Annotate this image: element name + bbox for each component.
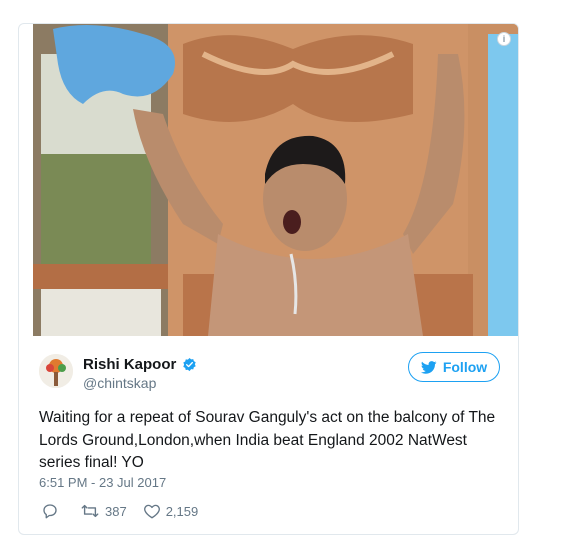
like-button[interactable]: 2,159: [143, 502, 199, 520]
reply-button[interactable]: [41, 502, 64, 520]
info-icon[interactable]: i: [497, 32, 511, 46]
tweet-card: i Rishi Kapoor @chintskap Follow Waiting…: [18, 23, 519, 535]
tweet-actions: 387 2,159: [41, 502, 214, 520]
tweet-timestamp[interactable]: 6:51 PM - 23 Jul 2017: [39, 475, 166, 490]
retweet-count: 387: [105, 503, 127, 519]
photo-illustration: [33, 24, 518, 336]
follow-button[interactable]: Follow: [408, 352, 500, 382]
tweet-photo[interactable]: i: [33, 24, 518, 336]
avatar-image: [39, 354, 73, 388]
author-avatar[interactable]: [39, 354, 73, 388]
author-name-line[interactable]: Rishi Kapoor: [83, 356, 197, 373]
like-heart-icon: [143, 504, 160, 519]
tweet-text: Waiting for a repeat of Sourav Ganguly's…: [39, 409, 496, 471]
follow-button-label: Follow: [442, 359, 488, 375]
tweet-author-row: Rishi Kapoor @chintskap Follow: [39, 348, 500, 400]
retweet-button[interactable]: 387: [80, 502, 127, 520]
twitter-bird-icon: [420, 360, 437, 374]
author-display-name[interactable]: Rishi Kapoor: [83, 356, 176, 373]
author-handle[interactable]: @chintskap: [83, 375, 156, 391]
like-count: 2,159: [165, 503, 199, 519]
verified-badge-icon: [183, 357, 197, 372]
reply-icon: [43, 504, 57, 519]
retweet-icon: [81, 504, 99, 518]
